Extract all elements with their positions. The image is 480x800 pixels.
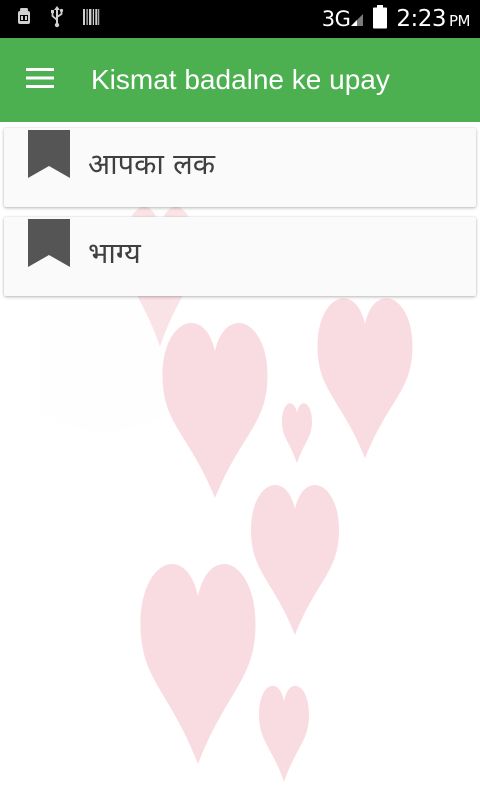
status-bar-system: 3G 2:23 PM [321, 0, 471, 38]
status-bar: 3G 2:23 PM [0, 0, 480, 38]
android-debug-icon [16, 7, 32, 31]
list-item[interactable]: आपका लक [4, 128, 476, 207]
list-item[interactable]: भाग्य [4, 217, 476, 296]
list-item-label: आपका लक [88, 147, 216, 181]
barcode-icon [82, 7, 100, 31]
app-title: Kismat badalne ke upay [91, 64, 390, 95]
bookmark-icon [28, 219, 70, 267]
clock: 2:23 PM [396, 6, 470, 32]
app-bar: Kismat badalne ke upay [0, 38, 480, 122]
network-type-label: 3G [321, 7, 351, 31]
signal-icon [350, 6, 364, 32]
bookmark-icon [28, 130, 70, 178]
usb-icon [50, 6, 64, 32]
clock-ampm: PM [449, 12, 471, 30]
status-bar-notifications [16, 6, 100, 32]
clock-time: 2:23 [396, 6, 446, 32]
hamburger-menu-icon [26, 68, 54, 92]
list-item-label: भाग्य [88, 236, 141, 270]
menu-button[interactable] [16, 56, 64, 104]
battery-icon [372, 4, 388, 34]
main-content: आपका लक भाग्य [0, 122, 480, 800]
